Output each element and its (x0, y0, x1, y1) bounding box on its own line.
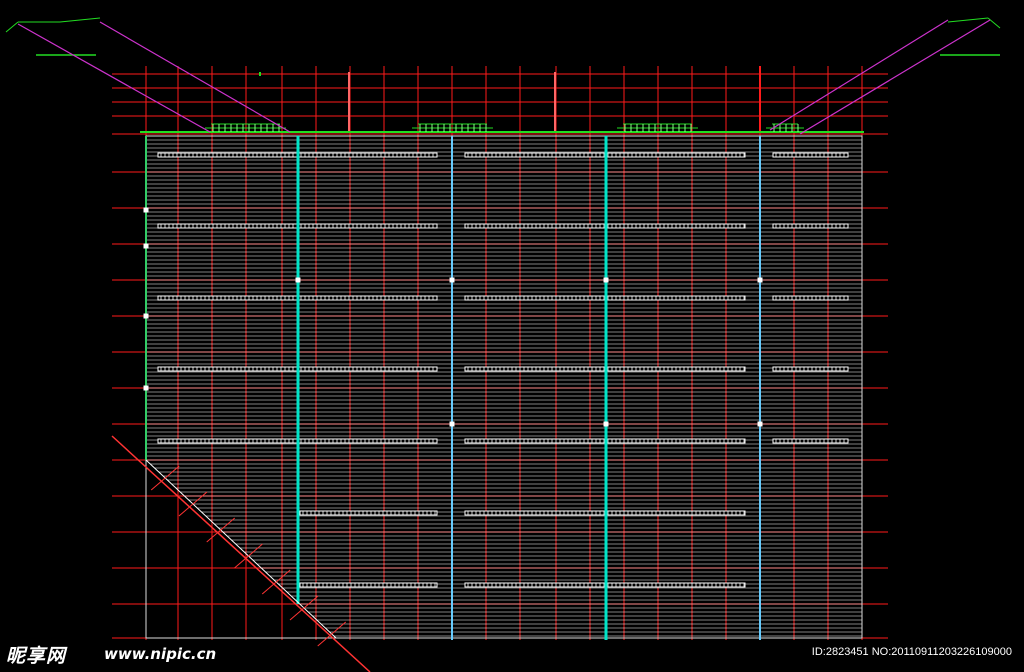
diagonal-tick (150, 465, 180, 491)
watermark-logo: 昵享网 (6, 645, 67, 667)
column-marker (603, 421, 609, 427)
column-marker (295, 277, 301, 283)
column-marker (143, 313, 149, 319)
diagonal-tick (261, 569, 291, 595)
slab-border (145, 135, 863, 639)
column-marker (603, 277, 609, 283)
column-marker (449, 421, 455, 427)
detail-line (987, 17, 1001, 29)
column-marker (143, 207, 149, 213)
diagonal-tick (317, 621, 347, 647)
slab-hatch-lines (145, 135, 863, 639)
diagonal-slab-edge (145, 459, 337, 639)
magenta-braces (17, 19, 991, 135)
column-marker (143, 243, 149, 249)
floor-openings (157, 152, 849, 588)
diagonal-edge-line (111, 435, 371, 672)
column-marker (757, 277, 763, 283)
diagonal-edge (111, 435, 371, 672)
brace-line (769, 19, 949, 131)
floor-opening (299, 582, 438, 588)
column-marker (449, 277, 455, 283)
detail-line (947, 17, 989, 23)
cad-viewport[interactable]: 昵享网 www.nipic.cn ID:2823451 NO:201109112… (0, 0, 1024, 672)
watermark-id: ID:2823451 NO:20110911203226109000 (811, 646, 1012, 658)
roof-elements (5, 17, 1001, 133)
column-marker (757, 421, 763, 427)
watermark-url: www.nipic.cn (104, 645, 217, 663)
floor-opening (299, 510, 438, 516)
cad-drawing-canvas[interactable] (0, 0, 1024, 672)
detail-line (59, 17, 101, 23)
diagonal-tick (206, 517, 236, 543)
column-marker (143, 385, 149, 391)
detail-line (5, 21, 19, 33)
